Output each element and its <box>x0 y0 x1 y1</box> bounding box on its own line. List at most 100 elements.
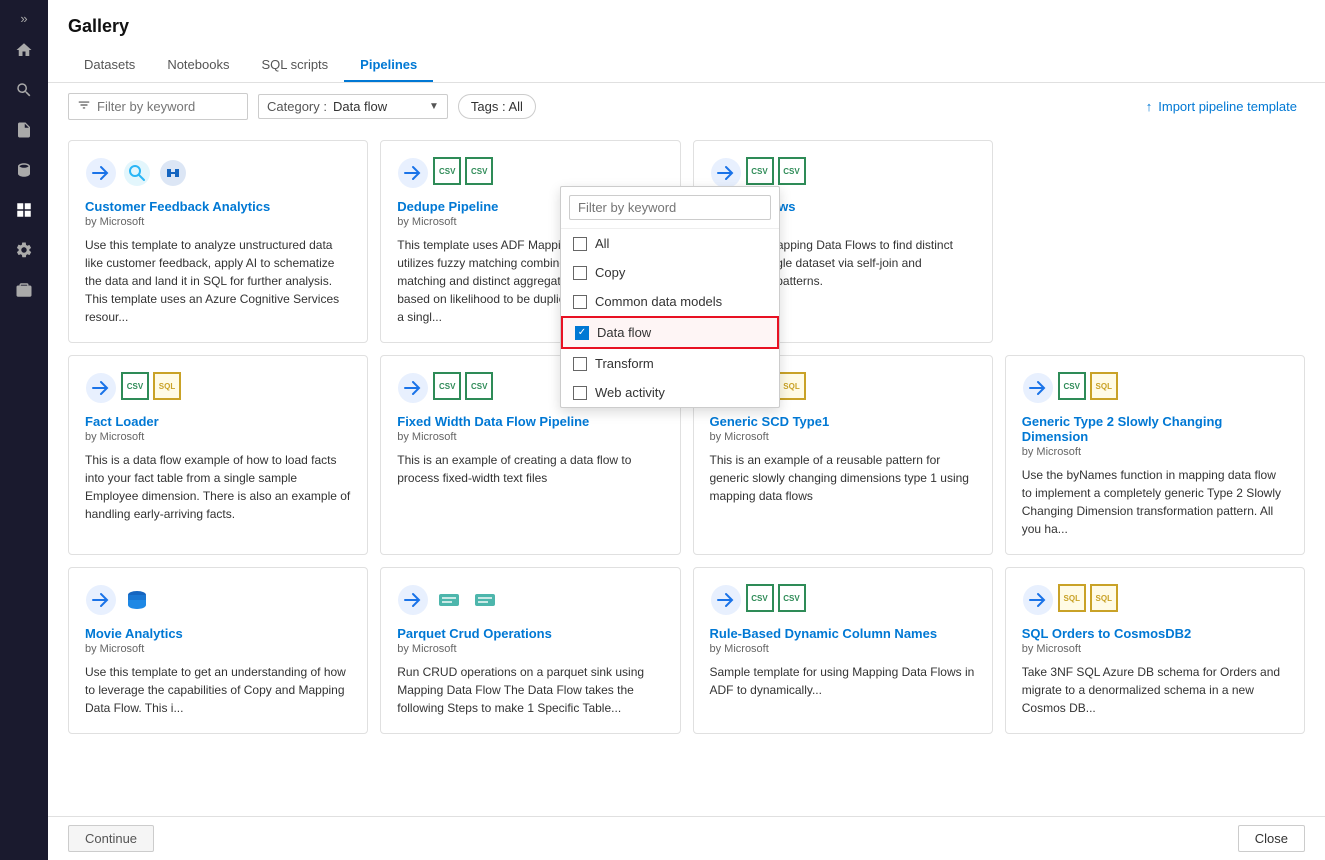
card-fact-loader[interactable]: CSV SQL Fact Loader by Microsoft This is… <box>68 355 368 555</box>
card-rule-based[interactable]: CSV CSV Rule-Based Dynamic Column Names … <box>693 567 993 734</box>
tab-bar: Datasets Notebooks SQL scripts Pipelines <box>68 49 1305 82</box>
card-icons: CSV CSV <box>710 584 976 616</box>
sidebar-db-icon[interactable] <box>6 152 42 188</box>
df-arrow-icon <box>1022 372 1054 404</box>
category-label: Category : <box>267 99 327 114</box>
card-author: by Microsoft <box>710 643 976 655</box>
card-customer-feedback[interactable]: Customer Feedback Analytics by Microsoft… <box>68 140 368 343</box>
filter-keyword-input[interactable] <box>97 99 237 114</box>
dropdown-item-transform[interactable]: Transform <box>561 349 779 378</box>
card-icons: CSV SQL <box>85 372 351 404</box>
df-arrow-icon <box>85 372 117 404</box>
tab-notebooks[interactable]: Notebooks <box>151 49 245 82</box>
filter-icon <box>77 98 91 115</box>
sidebar-settings-icon[interactable] <box>6 232 42 268</box>
csv-icon-1: CSV <box>746 584 774 612</box>
df-arrow-icon <box>85 584 117 616</box>
card-title: Generic Type 2 Slowly Changing Dimension <box>1022 414 1288 444</box>
sidebar-home-icon[interactable] <box>6 32 42 68</box>
tab-pipelines[interactable]: Pipelines <box>344 49 433 82</box>
import-button[interactable]: ↑ Import pipeline template <box>1138 95 1305 118</box>
sql-icon-1: SQL <box>1058 584 1086 612</box>
card-desc: Take 3NF SQL Azure DB schema for Orders … <box>1022 663 1288 717</box>
chevron-down-icon: ▼ <box>429 101 439 112</box>
sql-icon: SQL <box>1090 372 1118 400</box>
csv-icon-2: CSV <box>465 157 493 185</box>
df-arrow-icon <box>397 157 429 189</box>
continue-button[interactable]: Continue <box>68 825 154 852</box>
csv-icon-1: CSV <box>433 157 461 185</box>
df-arrow-icon <box>85 157 117 189</box>
sidebar-doc-icon[interactable] <box>6 112 42 148</box>
card-author: by Microsoft <box>85 216 351 228</box>
dropdown-item-common-data-models[interactable]: Common data models <box>561 287 779 316</box>
sidebar-grid-icon[interactable] <box>6 192 42 228</box>
content-area: All Copy Common data models Data flow Tr… <box>48 130 1325 816</box>
card-icons <box>397 584 663 616</box>
df-arrow-icon <box>1022 584 1054 616</box>
tags-button[interactable]: Tags : All <box>458 94 536 119</box>
filter-input-container[interactable] <box>68 93 248 120</box>
sql-icon: SQL <box>778 372 806 400</box>
card-title: Customer Feedback Analytics <box>85 199 351 214</box>
card-author: by Microsoft <box>397 431 663 443</box>
card-author: by Microsoft <box>85 643 351 655</box>
card-author: by Microsoft <box>710 431 976 443</box>
csv-icon-1: CSV <box>746 157 774 185</box>
dropdown-item-web-activity[interactable]: Web activity <box>561 378 779 407</box>
checkbox-all[interactable] <box>573 237 587 251</box>
df-arrow-icon <box>710 584 742 616</box>
main-content: Gallery Datasets Notebooks SQL scripts P… <box>48 0 1325 860</box>
card-title: Rule-Based Dynamic Column Names <box>710 626 976 641</box>
card-author: by Microsoft <box>85 431 351 443</box>
dropdown-item-copy[interactable]: Copy <box>561 258 779 287</box>
dropdown-filter-input[interactable] <box>569 195 771 220</box>
card-title: Generic SCD Type1 <box>710 414 976 429</box>
card-parquet-crud[interactable]: Parquet Crud Operations by Microsoft Run… <box>380 567 680 734</box>
card-title: Fact Loader <box>85 414 351 429</box>
parquet-icon-1 <box>433 584 465 616</box>
parquet-icon-2 <box>469 584 501 616</box>
footer: Continue Close <box>48 816 1325 860</box>
card-title: Parquet Crud Operations <box>397 626 663 641</box>
tab-datasets[interactable]: Datasets <box>68 49 151 82</box>
card-title: Fixed Width Data Flow Pipeline <box>397 414 663 429</box>
df-arrow-icon <box>397 372 429 404</box>
header: Gallery Datasets Notebooks SQL scripts P… <box>48 0 1325 83</box>
df-arrow-icon <box>710 157 742 189</box>
checkbox-data-flow[interactable] <box>575 326 589 340</box>
card-sql-orders[interactable]: SQL SQL SQL Orders to CosmosDB2 by Micro… <box>1005 567 1305 734</box>
checkbox-common-data-models[interactable] <box>573 295 587 309</box>
card-movie-analytics[interactable]: Movie Analytics by Microsoft Use this te… <box>68 567 368 734</box>
category-dropdown: All Copy Common data models Data flow Tr… <box>560 186 780 408</box>
db-icon <box>121 584 153 616</box>
sidebar-expand[interactable]: » <box>6 8 42 28</box>
df-arrow-icon <box>397 584 429 616</box>
checkbox-copy[interactable] <box>573 266 587 280</box>
upload-icon: ↑ <box>1146 99 1153 114</box>
csv-icon-2: CSV <box>465 372 493 400</box>
dropdown-item-data-flow[interactable]: Data flow <box>561 316 779 349</box>
csv-icon-1: CSV <box>433 372 461 400</box>
dropdown-item-all[interactable]: All <box>561 229 779 258</box>
sidebar-briefcase-icon[interactable] <box>6 272 42 308</box>
card-title: SQL Orders to CosmosDB2 <box>1022 626 1288 641</box>
card-generic-type2[interactable]: CSV SQL Generic Type 2 Slowly Changing D… <box>1005 355 1305 555</box>
toolbar: Category : Data flow ▼ Tags : All ↑ Impo… <box>48 83 1325 130</box>
card-desc: This is an example of a reusable pattern… <box>710 451 976 505</box>
card-icons: CSV CSV <box>397 157 663 189</box>
sidebar-search-icon[interactable] <box>6 72 42 108</box>
card-icons <box>85 157 351 189</box>
dropdown-filter[interactable] <box>561 187 779 229</box>
card-icons: CSV CSV <box>710 157 976 189</box>
card-icons: CSV SQL <box>1022 372 1288 404</box>
checkbox-transform[interactable] <box>573 357 587 371</box>
checkbox-web-activity[interactable] <box>573 386 587 400</box>
close-button[interactable]: Close <box>1238 825 1305 852</box>
card-desc: Run CRUD operations on a parquet sink us… <box>397 663 663 717</box>
tab-sql-scripts[interactable]: SQL scripts <box>245 49 344 82</box>
card-author: by Microsoft <box>1022 446 1288 458</box>
card-author: by Microsoft <box>1022 643 1288 655</box>
csv-icon: CSV <box>121 372 149 400</box>
category-select[interactable]: Category : Data flow ▼ <box>258 94 448 119</box>
